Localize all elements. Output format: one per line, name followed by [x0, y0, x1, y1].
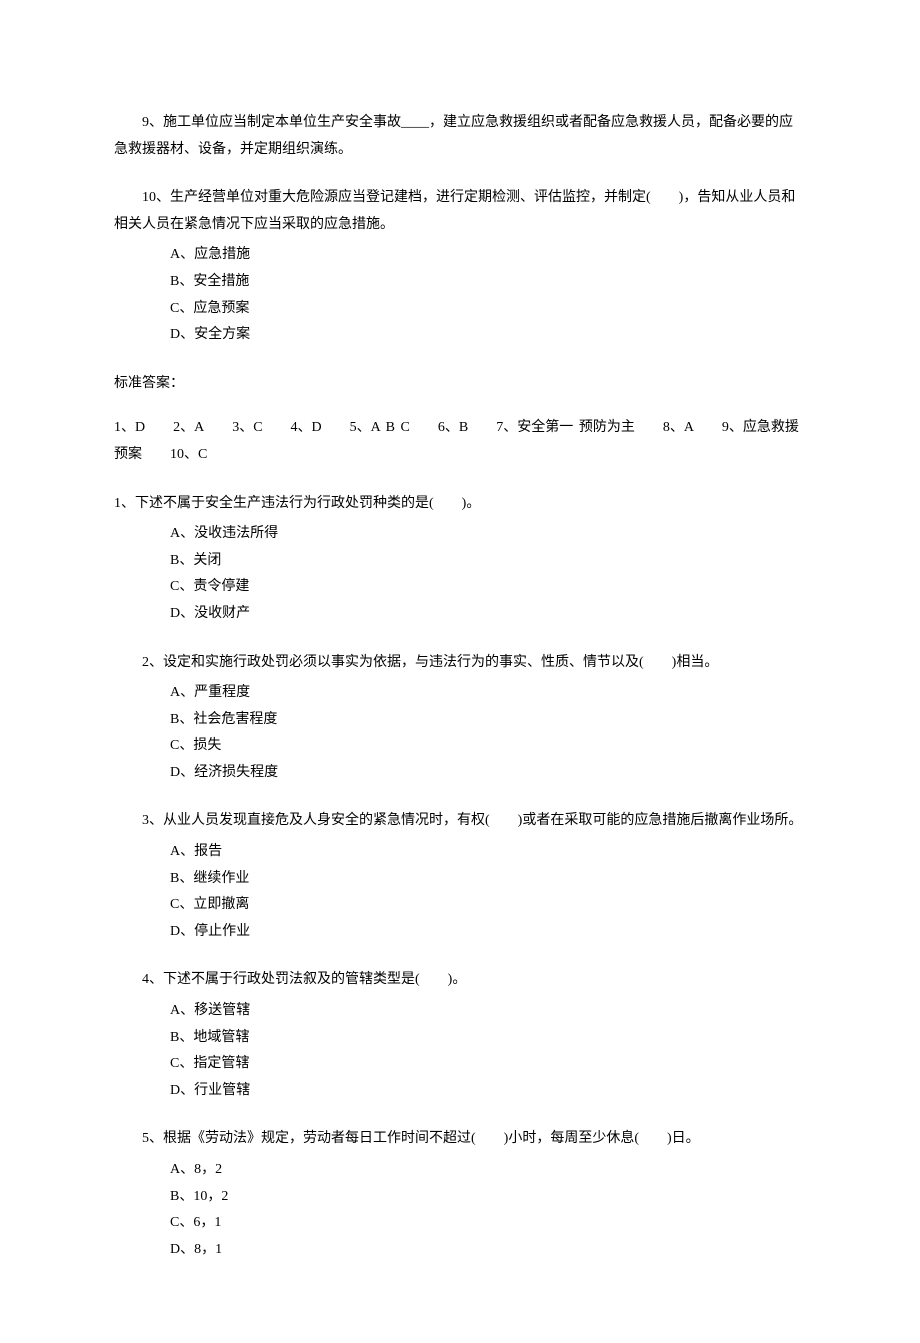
b-question-3-option-c: C、立即撤离: [114, 892, 806, 919]
question-10-option-d: D、安全方案: [114, 322, 806, 349]
b-question-1-option-c: C、责令停建: [114, 574, 806, 601]
b-question-3-option-b: B、继续作业: [114, 866, 806, 893]
question-10-option-b: B、安全措施: [114, 269, 806, 296]
b-question-5-option-a: A、8，2: [114, 1157, 806, 1184]
b-question-2-option-a: A、严重程度: [114, 680, 806, 707]
b-question-2-option-c: C、损失: [114, 733, 806, 760]
question-10-option-a: A、应急措施: [114, 242, 806, 269]
b-question-5-option-d: D、8，1: [114, 1237, 806, 1264]
b-question-3-option-a: A、报告: [114, 839, 806, 866]
b-question-2: 2、设定和实施行政处罚必须以事实为依据，与违法行为的事实、性质、情节以及( )相…: [114, 650, 806, 677]
b-question-1-option-b: B、关闭: [114, 548, 806, 575]
b-question-1-option-a: A、没收违法所得: [114, 521, 806, 548]
b-question-3-option-d: D、停止作业: [114, 919, 806, 946]
question-9: 9、施工单位应当制定本单位生产安全事故____，建立应急救援组织或者配备应急救援…: [114, 110, 806, 163]
b-question-1: 1、下述不属于安全生产违法行为行政处罚种类的是( )。: [114, 491, 806, 518]
b-question-5-option-c: C、6，1: [114, 1210, 806, 1237]
b-question-2-option-b: B、社会危害程度: [114, 707, 806, 734]
b-question-4-option-c: C、指定管辖: [114, 1051, 806, 1078]
question-10: 10、生产经营单位对重大危险源应当登记建档，进行定期检测、评估监控，并制定( )…: [114, 185, 806, 238]
b-question-4: 4、下述不属于行政处罚法叙及的管辖类型是( )。: [114, 967, 806, 994]
b-question-5: 5、根据《劳动法》规定，劳动者每日工作时间不超过( )小时，每周至少休息( )日…: [114, 1126, 806, 1153]
answer-key-label: 标准答案：: [114, 371, 806, 398]
b-question-3: 3、从业人员发现直接危及人身安全的紧急情况时，有权( )或者在采取可能的应急措施…: [114, 808, 806, 835]
b-question-4-option-a: A、移送管辖: [114, 998, 806, 1025]
b-question-4-option-d: D、行业管辖: [114, 1078, 806, 1105]
question-10-option-c: C、应急预案: [114, 296, 806, 323]
answer-key: 1、D 2、A 3、C 4、D 5、A B C 6、B 7、安全第一 预防为主 …: [114, 415, 806, 468]
b-question-2-option-d: D、经济损失程度: [114, 760, 806, 787]
b-question-1-option-d: D、没收财产: [114, 601, 806, 628]
b-question-4-option-b: B、地域管辖: [114, 1025, 806, 1052]
b-question-5-option-b: B、10，2: [114, 1184, 806, 1211]
